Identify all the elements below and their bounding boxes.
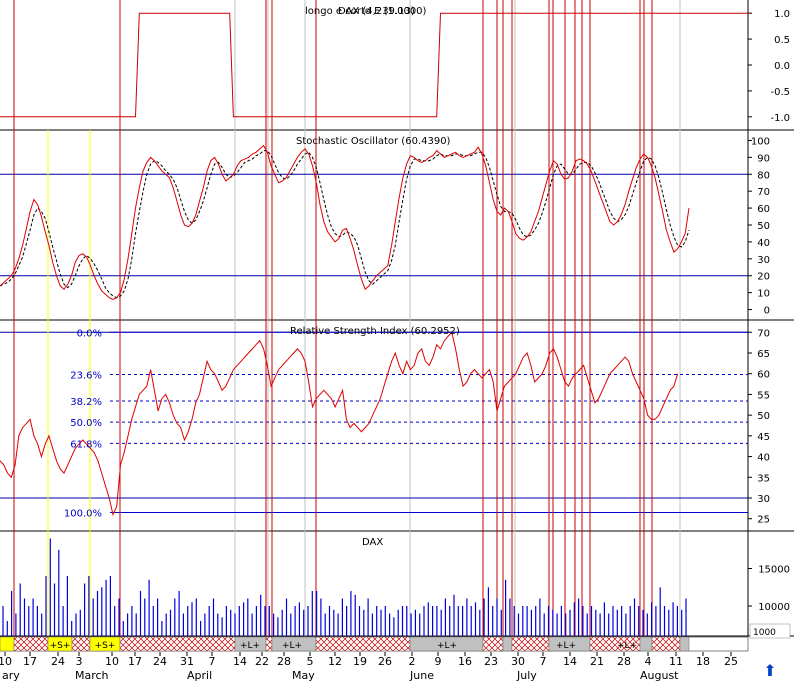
pane2-title: Stochastic Oscillator (60.4390): [296, 136, 451, 147]
strip-segment-9: [315, 636, 411, 652]
date-label: 28: [617, 655, 631, 668]
pane3-ytick-label: 50: [757, 411, 770, 422]
scroll-value: 1000: [753, 628, 776, 638]
pane1-title-overlay: DAX (4,239.13): [338, 6, 415, 17]
pane3-ytick-label: 65: [757, 349, 770, 360]
pane2-ytick-label: 70: [757, 187, 770, 198]
date-label: 7: [540, 655, 547, 668]
date-label: 12: [328, 655, 342, 668]
date-label: 23: [484, 655, 498, 668]
date-label: 14: [563, 655, 577, 668]
pane1-ytick-label: -1.0: [770, 113, 790, 124]
strip-segment-17: [651, 636, 681, 652]
date-label: 24: [51, 655, 65, 668]
pane3-ytick-label: 30: [757, 494, 770, 505]
month-label: April: [187, 669, 212, 681]
scroll-up-icon: ⬆: [763, 661, 776, 680]
date-label: 26: [378, 655, 392, 668]
strip-label: +L+: [240, 641, 260, 651]
pane2-ytick-label: 30: [757, 255, 770, 266]
date-label: 10: [105, 655, 119, 668]
pane3-ytick-label: 70: [757, 328, 770, 339]
chart-canvas: 1.00.50.0-0.5-1.0longo e corto E (1.0000…: [0, 0, 794, 682]
fib-level-label: 23.6%: [70, 371, 102, 382]
chart-root: 1.0 0.5 0.0 -0.5 -1.0 longo e corto E (1.0000…: [0, 0, 794, 682]
pane3-ytick-label: 25: [757, 515, 770, 526]
date-label: 17: [23, 655, 37, 668]
pane4-ytick-label: 10000: [758, 602, 790, 613]
strip-segment-12: [502, 636, 513, 652]
date-label: 11: [669, 655, 683, 668]
pane2-ytick-label: 40: [757, 238, 770, 249]
date-label: 5: [307, 655, 314, 668]
strip-segment-16: [639, 636, 653, 652]
strip-label: +L+: [437, 641, 457, 651]
pane1-ytick-label: 0.5: [774, 35, 790, 46]
pane2-ytick-label: 10: [757, 289, 770, 300]
strip-segment-11: [482, 636, 504, 652]
pane2-ytick-label: 50: [757, 221, 770, 232]
fib-level-label: 38.2%: [70, 397, 102, 408]
strip-label: +L+: [556, 641, 576, 651]
date-label: 19: [353, 655, 367, 668]
strip-segment-0: [0, 636, 15, 652]
pane2-ytick-label: 80: [757, 170, 770, 181]
strip-segment-1: [13, 636, 49, 652]
month-label: June: [409, 669, 434, 681]
pane2-ytick-label: 0: [764, 306, 770, 317]
date-label: 31: [180, 655, 194, 668]
fib-level-label: 100.0%: [64, 509, 102, 520]
pane2-ytick-label: 60: [757, 204, 770, 215]
date-label: 22: [255, 655, 269, 668]
date-label: 7: [209, 655, 216, 668]
pane2-ytick-label: 100: [751, 136, 770, 147]
strip-label: +S+: [50, 641, 71, 651]
pane3-ytick-label: 40: [757, 453, 770, 464]
strip-segment-18: [679, 636, 690, 652]
date-label: 9: [435, 655, 442, 668]
strip-segment-3: [71, 636, 91, 652]
month-label: August: [640, 669, 679, 681]
pane4-ytick-label: 15000: [758, 565, 790, 576]
strip-label: +L+: [617, 641, 637, 651]
date-label: 18: [696, 655, 710, 668]
month-label: March: [75, 669, 109, 681]
month-label: July: [516, 669, 537, 681]
fib-level-label: 50.0%: [70, 418, 102, 429]
pane1-ytick-label: 0.0: [774, 61, 790, 72]
pane4-title: DAX: [362, 537, 383, 548]
strip-label: +S+: [95, 641, 116, 651]
pane1-ytick-label: -0.5: [770, 87, 790, 98]
fib-level-label: 61.8%: [70, 439, 102, 450]
date-label: 4: [645, 655, 652, 668]
chart-background: [0, 0, 794, 681]
date-label: 30: [511, 655, 525, 668]
pane3-ytick-label: 35: [757, 473, 770, 484]
date-label: 24: [153, 655, 167, 668]
date-label: 10: [0, 655, 12, 668]
fib-level-label: 0.0%: [77, 328, 102, 339]
strip-label: +L+: [282, 641, 302, 651]
strip-segment-13: [511, 636, 550, 652]
date-label: 21: [590, 655, 604, 668]
pane3-ytick-label: 45: [757, 432, 770, 443]
strip-segment-5: [119, 636, 236, 652]
date-label: 16: [458, 655, 472, 668]
date-label: 14: [233, 655, 247, 668]
date-label: 28: [277, 655, 291, 668]
pane3-title: Relative Strength Index (60.2952): [290, 326, 460, 337]
date-label: 3: [76, 655, 83, 668]
pane2-ytick-label: 20: [757, 272, 770, 283]
strip-segment-7: [265, 636, 273, 652]
pane1-ytick-label: 1.0: [774, 9, 790, 20]
month-label: May: [292, 669, 315, 681]
date-label: 2: [409, 655, 416, 668]
pane3-ytick-label: 60: [757, 370, 770, 381]
pane2-ytick-label: 90: [757, 153, 770, 164]
month-label: ary: [2, 669, 20, 681]
pane3-ytick-label: 55: [757, 390, 770, 401]
date-label: 17: [128, 655, 142, 668]
date-label: 25: [724, 655, 738, 668]
